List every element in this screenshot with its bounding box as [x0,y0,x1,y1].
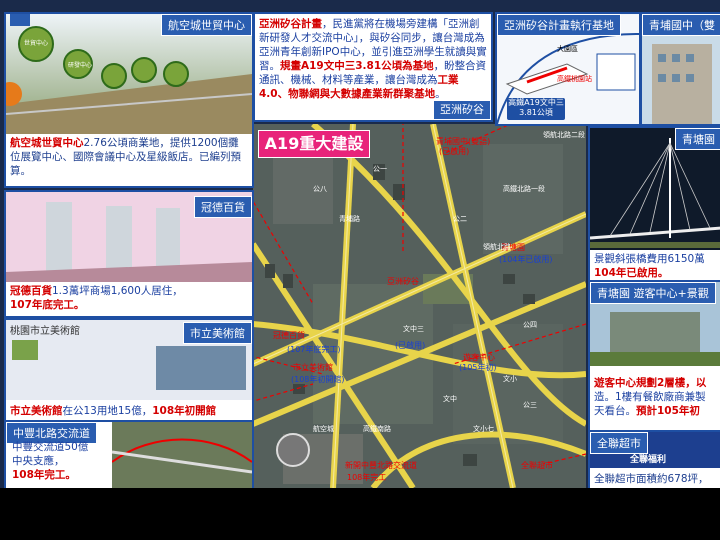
panel-zhongfeng: 中豐北路交流道 中豐交流道50億 中央支應， 108年完工。 [4,420,254,488]
map-label-museum-status: (108年初開館) [291,375,345,384]
tag-visitor-center: 青塘園 遊客中心+景觀 [590,282,716,304]
map-label-visitor-status: (105年初) [459,363,497,372]
bridge-caption-a: 景觀斜張橋費用6150萬 [594,253,705,265]
map-label-mart: 全聯超市 [521,461,553,470]
asia-body-3: 。 [435,88,446,100]
map-label-museum: 市立美術館 [293,363,333,372]
guande-caption: 冠德百貨1.3萬坪商場1,600人居住， 107年底完工。 [6,282,252,316]
panel-asia-silicon-valley: 亞洲矽谷計畫，民進黨將在機場旁建構「亞洲創新研發人才交流中心」，與矽谷同步，讓台… [253,12,493,122]
panel-visitor-center: 青塘園 遊客中心+景觀 遊客中心規劃2層樓，以 造。1樓有餐飲廠商兼製 天看台。預計… [588,280,720,432]
block-label: 公一 [373,165,387,173]
map-label-asia: 亞洲矽谷 [387,277,419,286]
slide: 青埔國中(雙語) (已啟用) 青塘園 全聯超市 冠德百貨 亞洲矽谷 市立美術館 … [0,0,720,488]
map-label-qingpu-status: (已啟用) [439,147,470,156]
zhongfeng-caption: 中豐交流道50億 中央支應， 108年完工。 [12,440,88,482]
block-label: 公三 [523,401,537,409]
block-label: 公八 [313,185,327,193]
map-label-asia-status: (已啟用) [395,341,426,350]
panel-museum: 桃園市立美術館 市立美術館 市立美術館在公13用地15億，108年初開館 [4,318,254,422]
base-label-a: 大園區 [557,45,578,53]
zhongfeng-caption-c: 108年完工。 [12,469,76,481]
block-label: 文中三 [403,325,424,333]
bridge-caption: 景觀斜張橋費用6150萬 104年已啟用。 [590,250,720,280]
map-roads [253,124,586,488]
road-label: 青埔路 [339,215,360,223]
map-label-qingtang-status: (104年已啟用) [499,255,553,264]
visitor-caption-c: 天看台。 [594,405,636,417]
museum-thumb [156,346,246,390]
asia-title: 亞洲矽谷計畫 [259,18,322,30]
panel-mart: 全聯福利 全聯超市 全聯超市面積約678坪， [588,430,720,488]
road-label: 領航北路 [483,243,511,251]
visitor-caption-a: 遊客中心規劃2層樓，以 [594,377,707,389]
aviation-caption-title: 航空城世貿中心 [10,137,84,149]
asia-highlight-1: 規畫A19文中三3.81公頃為基地 [280,60,434,72]
zhongfeng-caption-b: 中央支應， [12,455,65,467]
block-label: 公二 [453,215,467,223]
aerial-map: 青埔國中(雙語) (已啟用) 青塘園 全聯超市 冠德百貨 亞洲矽谷 市立美術館 … [253,124,586,488]
zhongfeng-aerial [112,422,252,488]
tag-museum: 市立美術館 [183,322,252,344]
base-label-b: 高鐵桃園站 [557,75,592,83]
road-label: 領航北路二段 [543,131,585,139]
map-label-zhongfeng: 新開中豐北路交流道 [345,461,417,470]
block-label: 文小七 [473,425,494,433]
map-title: A19重大建設 [258,130,370,158]
base-sign: 高鐵A19文中三3.81公頃 [507,98,565,120]
guande-caption-a: 冠德百貨 [10,285,52,297]
panel-qingpu-school: 青埔國中（雙 [640,12,720,126]
tag-guande: 冠德百貨 [194,196,252,218]
panel-execution-base: 大園區 高鐵桃園站 高鐵A19文中三3.81公頃 亞洲矽谷計畫執行基地 [495,12,641,126]
tag-bridge: 青塘園 [675,128,720,150]
panel-aviation-city: 世貿中心 研發中心 航空城世貿中心 航空城世貿中心2.76公頃商業地，提供120… [4,12,254,188]
bridge-caption-b: 104年已啟用。 [594,267,669,279]
museum-caption: 市立美術館在公13用地15億，108年初開館 [6,402,252,420]
aviation-caption: 航空城世貿中心2.76公頃商業地，提供1200個攤位展覽中心、國際會議中心及星級… [6,134,252,186]
museum-caption-a: 市立美術館 [10,405,63,417]
visitor-caption-b: 造。1樓有餐飲廠商兼製 [594,391,706,403]
tag-execution-base: 亞洲矽谷計畫執行基地 [497,14,621,36]
visitor-caption: 遊客中心規劃2層樓，以 造。1樓有餐飲廠商兼製 天看台。預計105年初 [590,374,720,430]
guande-caption-b: 1.3萬坪商場1,600人居住， [52,285,183,297]
tag-asia-silicon-valley: 亞洲矽谷 [433,100,491,120]
block-label: 航空城 [313,425,334,433]
pin-label: 世貿中心 [24,40,49,47]
zhongfeng-caption-a: 中豐交流道50億 [12,441,89,453]
block-label: 文小 [503,375,517,383]
map-label-guande-status: (107年底完工) [287,345,341,354]
block-label: 公四 [523,321,537,329]
tag-mart: 全聯超市 [590,432,648,454]
museum-caption-b: 在公13用地15億， [62,405,153,417]
road-label: 高鐵北路一段 [503,185,545,193]
museum-thumb [12,340,38,360]
map-label-zhongfeng-status: 108年完工 [347,473,387,482]
tag-qingpu-school: 青埔國中（雙 [642,14,720,36]
panel-guande: 冠德百貨 冠德百貨1.3萬坪商場1,600人居住， 107年底完工。 [4,190,254,318]
pin-label: 研發中心 [68,62,93,69]
guande-caption-c: 107年底完工。 [10,299,85,311]
map-label-guande: 冠德百貨 [273,331,305,340]
block-label: 文中 [443,395,457,403]
museum-caption-c: 108年初開館 [152,405,217,417]
tag-aviation-city: 航空城世貿中心 [161,14,252,36]
visitor-caption-d: 預計105年初 [636,405,700,417]
mart-caption: 全聯超市面積約678坪， [590,470,720,488]
museum-top-label: 桃園市立美術館 [10,326,80,337]
panel-bridge: 青塘園 景觀斜張橋費用6150萬 104年已啟用。 [588,126,720,282]
road-label: 高鐵南路 [363,425,391,433]
